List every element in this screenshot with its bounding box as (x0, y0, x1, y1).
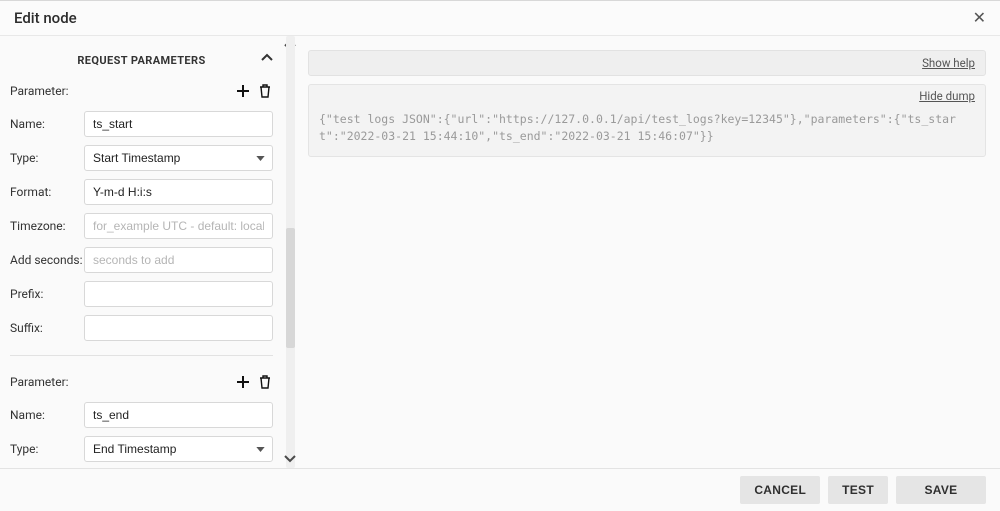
dump-body: {"test logs JSON":{"url":"https://127.0.… (309, 107, 985, 156)
param1-addseconds-input[interactable] (84, 247, 273, 273)
param1-label: Parameter: (10, 84, 84, 98)
param1-delete-icon[interactable] (257, 83, 273, 99)
param2-name-input[interactable] (84, 402, 273, 428)
param1-suffix-label: Suffix: (10, 321, 84, 335)
param1-timezone-label: Timezone: (10, 219, 84, 233)
help-bar: Show help (308, 50, 986, 76)
show-help-link[interactable]: Show help (922, 56, 975, 70)
param1-format-label: Format: (10, 185, 84, 199)
param2-header-row: Parameter: (10, 370, 273, 394)
close-icon[interactable]: ✕ (973, 10, 986, 26)
dialog-title: Edit node (14, 9, 77, 27)
dialog-body: REQUEST PARAMETERS Parameter: Name: Type… (0, 36, 1000, 468)
param2-type-select[interactable]: End Timestamp (84, 436, 273, 462)
param1-name-label: Name: (10, 117, 84, 131)
right-pane: Show help Hide dump {"test logs JSON":{"… (300, 36, 1000, 468)
param1-suffix-input[interactable] (84, 315, 273, 341)
param1-prefix-input[interactable] (84, 281, 273, 307)
param1-name-input[interactable] (84, 111, 273, 137)
dialog-footer: CANCEL TEST SAVE (0, 468, 1000, 511)
param2-delete-icon[interactable] (257, 374, 273, 390)
splitter[interactable] (283, 36, 300, 468)
param1-addseconds-label: Add seconds: (10, 253, 84, 267)
left-pane: REQUEST PARAMETERS Parameter: Name: Type… (0, 36, 283, 468)
param1-type-select[interactable]: Start Timestamp (84, 145, 273, 171)
cancel-button[interactable]: CANCEL (740, 476, 820, 504)
param1-prefix-label: Prefix: (10, 287, 84, 301)
param1-header-row: Parameter: (10, 79, 273, 103)
dialog-header: Edit node ✕ (0, 0, 1000, 36)
section-title: REQUEST PARAMETERS (77, 54, 205, 67)
param1-type-label: Type: (10, 151, 84, 165)
param1-timezone-input[interactable] (84, 213, 273, 239)
param2-name-label: Name: (10, 408, 84, 422)
section-header: REQUEST PARAMETERS (10, 50, 273, 67)
group-divider (10, 355, 273, 356)
hide-dump-link[interactable]: Hide dump (919, 89, 975, 103)
param1-format-input[interactable] (84, 179, 273, 205)
section-collapse-icon[interactable] (261, 52, 273, 67)
param2-add-icon[interactable] (235, 374, 251, 390)
scroll-down-icon[interactable] (283, 452, 297, 466)
param2-label: Parameter: (10, 375, 84, 389)
save-button[interactable]: SAVE (896, 476, 986, 504)
param2-type-label: Type: (10, 442, 84, 456)
scrollbar-track[interactable] (286, 36, 295, 468)
dump-bar: Hide dump (309, 85, 985, 107)
test-button[interactable]: TEST (828, 476, 888, 504)
param1-add-icon[interactable] (235, 83, 251, 99)
dump-box: Hide dump {"test logs JSON":{"url":"http… (308, 84, 986, 157)
scrollbar-thumb[interactable] (286, 228, 295, 348)
